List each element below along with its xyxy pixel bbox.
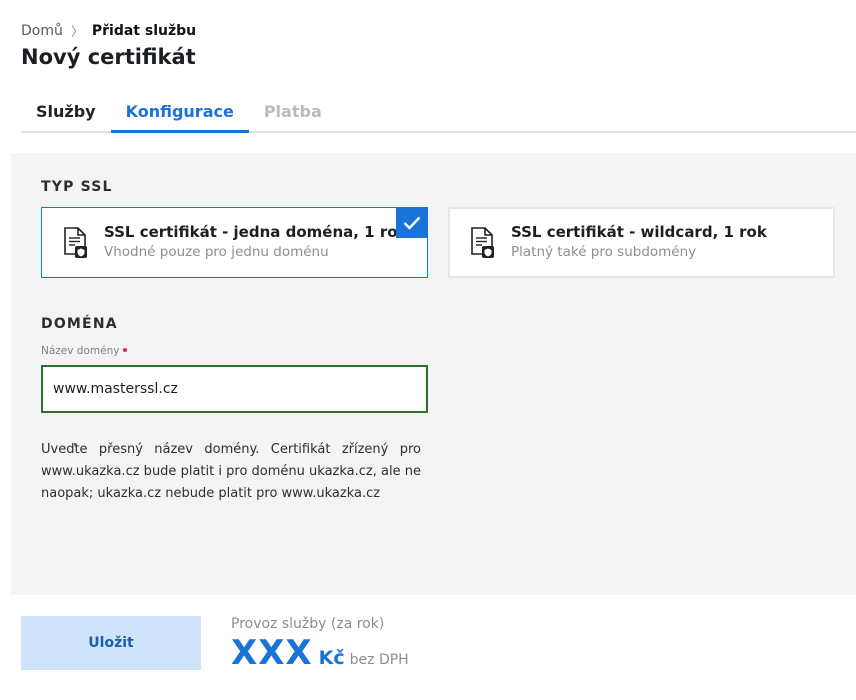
domain-help-text: Uveďte přesný název domény. Certifikát z… [41,442,421,501]
certificate-icon [471,227,494,258]
required-indicator [123,348,128,352]
breadcrumb-home-link[interactable]: Domů [21,23,63,39]
breadcrumb-current: Přidat službu [91,22,197,39]
ssl-option-single-domain[interactable]: SSL certifikát - jedna doména, 1 rok Vho… [41,207,428,278]
chevron-right-icon: 〉 [70,25,84,40]
certificate-icon [64,227,87,258]
breadcrumb: Domů 〉 Přidat službu [21,21,197,41]
selected-check-icon [396,207,428,238]
save-button[interactable]: Uložit [21,616,201,670]
ssl-option-wildcard[interactable]: SSL certifikát - wildcard, 1 rok Platný … [448,207,835,278]
ssl-option-subtitle: Platný také pro subdomény [511,244,697,260]
price-display: XXX Kč bez DPH [231,633,409,673]
price-currency: Kč [318,647,345,669]
domain-name-input[interactable] [41,365,428,413]
price-value: XXX [231,633,313,673]
domain-field-label-text: Název domény [41,345,120,357]
tab-services[interactable]: Služby [21,96,111,133]
ssl-type-heading: TYP SSL [41,179,113,195]
price-label: Provoz služby (za rok) [231,616,385,632]
tab-configuration[interactable]: Konfigurace [110,96,249,133]
tab-payment: Platba [263,102,322,121]
tab-bar: Služby Konfigurace Platba [21,96,856,133]
ssl-option-title: SSL certifikát - jedna doména, 1 rok [104,223,408,241]
domain-field-label: Název domény [41,345,128,357]
ssl-option-subtitle: Vhodné pouze pro jednu doménu [104,244,329,260]
configuration-panel: TYP SSL SSL certifikát - jedna doména, 1… [11,153,856,595]
ssl-option-title: SSL certifikát - wildcard, 1 rok [511,223,767,241]
domain-heading: DOMÉNA [41,316,118,332]
price-vat-note: bez DPH [349,652,409,668]
page-title: Nový certifikát [21,45,196,69]
